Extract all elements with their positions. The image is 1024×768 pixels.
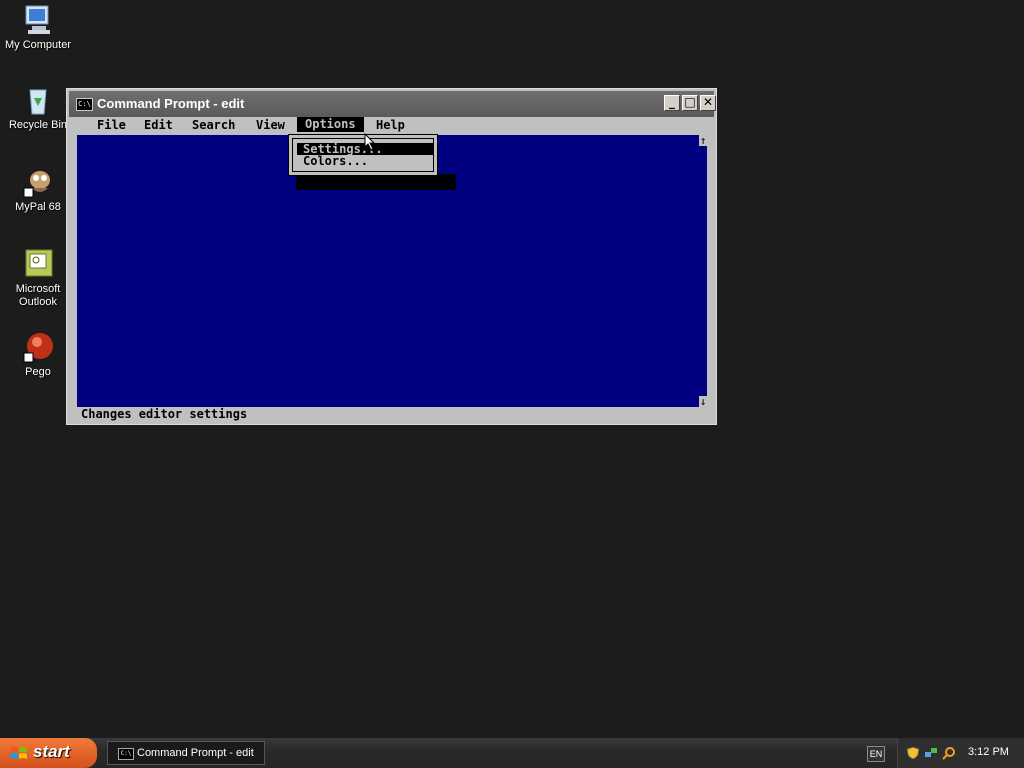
search-icon[interactable] bbox=[942, 746, 956, 760]
options-dropdown: Settings... Colors... bbox=[288, 134, 438, 176]
desktop-icon-mypal[interactable]: MyPal 68 bbox=[0, 166, 76, 214]
menu-item-colors[interactable]: Colors... bbox=[297, 155, 433, 167]
language-indicator[interactable]: EN bbox=[867, 746, 885, 762]
start-label: start bbox=[33, 742, 70, 761]
desktop-icon-label: Pego bbox=[25, 366, 51, 378]
command-prompt-icon[interactable]: C:\ bbox=[76, 98, 93, 111]
start-button[interactable]: start bbox=[0, 738, 97, 768]
editor-menu-bar: File Edit Search View Options Help bbox=[71, 117, 710, 133]
pego-icon bbox=[22, 331, 54, 363]
dropdown-shadow bbox=[296, 174, 456, 190]
desktop-icon-label: Recycle Bin bbox=[8, 119, 68, 131]
mypal-icon bbox=[22, 166, 54, 198]
desktop-icon-pego[interactable]: Pego bbox=[0, 331, 76, 379]
menu-view[interactable]: View bbox=[256, 118, 285, 132]
menu-file[interactable]: File bbox=[97, 118, 126, 132]
windows-logo-icon bbox=[11, 747, 27, 759]
desktop-icon-recycle-bin[interactable]: Recycle Bin bbox=[0, 84, 76, 132]
title-bar[interactable]: C:\ Command Prompt - edit _ □ ✕ bbox=[69, 91, 716, 117]
my-computer-icon bbox=[22, 4, 54, 36]
security-shield-icon[interactable] bbox=[906, 746, 920, 760]
mouse-pointer-icon bbox=[364, 133, 376, 151]
editor-status-bar: Changes editor settings bbox=[81, 407, 248, 421]
menu-options[interactable]: Options bbox=[297, 117, 364, 132]
network-icon[interactable] bbox=[924, 746, 938, 760]
menu-help[interactable]: Help bbox=[376, 118, 405, 132]
desktop-icon-label: My Computer bbox=[4, 39, 72, 51]
desktop-icon-outlook[interactable]: Microsoft Outlook bbox=[0, 248, 76, 309]
desktop-icon-my-computer[interactable]: My Computer bbox=[0, 4, 76, 52]
taskbar-item-command-prompt[interactable]: C:\ Command Prompt - edit bbox=[107, 741, 265, 765]
window-title: Command Prompt - edit bbox=[97, 96, 245, 111]
outlook-icon bbox=[22, 248, 54, 280]
system-tray: 3:12 PM bbox=[897, 738, 1024, 768]
close-button[interactable]: ✕ bbox=[700, 95, 716, 111]
clock[interactable]: 3:12 PM bbox=[968, 746, 1009, 758]
scroll-up-arrow-icon[interactable]: ↑ bbox=[699, 135, 707, 146]
recycle-bin-icon bbox=[22, 84, 54, 116]
taskbar-item-label: Command Prompt - edit bbox=[137, 747, 254, 759]
scroll-down-arrow-icon[interactable]: ↓ bbox=[699, 396, 707, 407]
menu-search[interactable]: Search bbox=[192, 118, 235, 132]
menu-edit[interactable]: Edit bbox=[144, 118, 173, 132]
desktop-icon-label: Microsoft Outlook bbox=[15, 283, 61, 308]
desktop-icon-label: MyPal 68 bbox=[15, 201, 61, 213]
maximize-button[interactable]: □ bbox=[682, 95, 698, 111]
command-prompt-icon: C:\ bbox=[118, 748, 134, 760]
taskbar: start C:\ Command Prompt - edit EN 3:12 … bbox=[0, 738, 1024, 768]
minimize-button[interactable]: _ bbox=[664, 95, 680, 111]
